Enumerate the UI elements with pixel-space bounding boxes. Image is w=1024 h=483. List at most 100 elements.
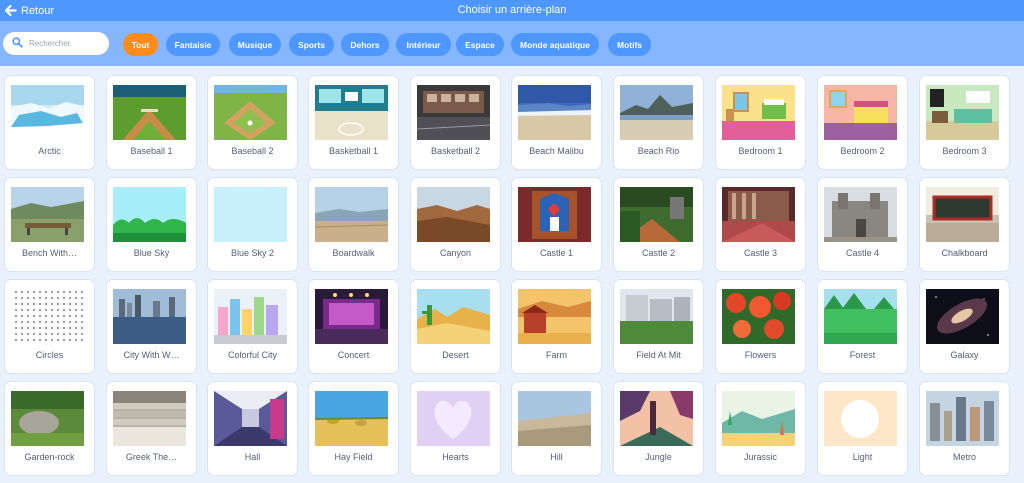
backdrop-card-chalkboard[interactable]: Chalkboard xyxy=(919,177,1010,272)
backdrop-name: Light xyxy=(852,452,873,462)
backdrop-name: Galaxy xyxy=(950,350,979,360)
backdrop-thumbnail xyxy=(315,85,388,140)
backdrop-thumbnail xyxy=(214,391,287,446)
tag-int-rieur[interactable]: Intérieur xyxy=(396,33,451,56)
backdrop-name: Colorful City xyxy=(227,350,277,360)
backdrop-card-canyon[interactable]: Canyon xyxy=(410,177,501,272)
backdrop-card-hearts[interactable]: Hearts xyxy=(410,381,501,476)
backdrop-thumbnail xyxy=(518,187,591,242)
tag-sports[interactable]: Sports xyxy=(289,33,334,56)
backdrop-thumbnail xyxy=(620,289,693,344)
backdrop-card-colorful-city[interactable]: Colorful City xyxy=(207,279,298,374)
backdrop-name: Canyon xyxy=(439,248,472,258)
backdrop-card-castle-2[interactable]: Castle 2 xyxy=(613,177,704,272)
backdrop-name: Blue Sky 2 xyxy=(230,248,275,258)
tag-dehors[interactable]: Dehors xyxy=(341,33,389,56)
backdrop-thumbnail xyxy=(11,187,84,242)
backdrop-card-basketball-1[interactable]: Basketball 1 xyxy=(308,75,399,170)
backdrop-thumbnail xyxy=(214,187,287,242)
backdrop-card-castle-4[interactable]: Castle 4 xyxy=(817,177,908,272)
tag-fantaisie[interactable]: Fantaisie xyxy=(166,33,220,56)
backdrop-card-jungle[interactable]: Jungle xyxy=(613,381,704,476)
backdrop-name: Desert xyxy=(442,350,469,360)
backdrop-name: Jurassic xyxy=(743,452,777,462)
backdrop-thumbnail xyxy=(518,289,591,344)
backdrop-thumbnail xyxy=(824,391,897,446)
backdrop-thumbnail xyxy=(113,391,186,446)
backdrop-name: Beach Malibu xyxy=(529,146,584,156)
search-input[interactable] xyxy=(29,39,101,48)
backdrop-name: Metro xyxy=(952,452,976,462)
backdrop-card-baseball-2[interactable]: Baseball 2 xyxy=(207,75,298,170)
backdrop-card-baseball-1[interactable]: Baseball 1 xyxy=(106,75,197,170)
backdrop-card-beach-rio[interactable]: Beach Rio xyxy=(613,75,704,170)
backdrop-name: Basketball 1 xyxy=(328,146,379,156)
backdrop-thumbnail xyxy=(926,85,999,140)
backdrop-thumbnail xyxy=(824,289,897,344)
backdrop-card-beach-malibu[interactable]: Beach Malibu xyxy=(511,75,602,170)
backdrop-name: Garden-rock xyxy=(24,452,75,462)
backdrop-name: Bedroom 1 xyxy=(738,146,783,156)
tag-monde-aquatique[interactable]: Monde aquatique xyxy=(511,33,599,56)
backdrop-thumbnail xyxy=(214,289,287,344)
backdrop-card-field-at-mit[interactable]: Field At Mit xyxy=(613,279,704,374)
tag-motifs[interactable]: Motifs xyxy=(608,33,651,56)
backdrop-card-bedroom-1[interactable]: Bedroom 1 xyxy=(715,75,806,170)
backdrop-card-bedroom-2[interactable]: Bedroom 2 xyxy=(817,75,908,170)
backdrop-card-concert[interactable]: Concert xyxy=(308,279,399,374)
backdrop-card-arctic[interactable]: Arctic xyxy=(4,75,95,170)
backdrop-card-metro[interactable]: Metro xyxy=(919,381,1010,476)
backdrop-name: Bedroom 2 xyxy=(840,146,885,156)
backdrop-card-circles[interactable]: Circles xyxy=(4,279,95,374)
back-button[interactable]: Retour xyxy=(4,2,54,19)
backdrop-card-farm[interactable]: Farm xyxy=(511,279,602,374)
backdrop-card-light[interactable]: Light xyxy=(817,381,908,476)
backdrop-name: Hay Field xyxy=(334,452,373,462)
backdrop-card-jurassic[interactable]: Jurassic xyxy=(715,381,806,476)
backdrop-name: Greek The… xyxy=(125,452,178,462)
tag-espace[interactable]: Espace xyxy=(456,33,504,56)
backdrop-name: City With W… xyxy=(123,350,180,360)
backdrop-thumbnail xyxy=(417,289,490,344)
backdrop-card-desert[interactable]: Desert xyxy=(410,279,501,374)
backdrop-card-boardwalk[interactable]: Boardwalk xyxy=(308,177,399,272)
backdrop-thumbnail xyxy=(926,391,999,446)
backdrop-card-castle-1[interactable]: Castle 1 xyxy=(511,177,602,272)
backdrop-name: Circles xyxy=(35,350,64,360)
backdrop-card-basketball-2[interactable]: Basketball 2 xyxy=(410,75,501,170)
backdrop-card-bedroom-3[interactable]: Bedroom 3 xyxy=(919,75,1010,170)
backdrop-card-forest[interactable]: Forest xyxy=(817,279,908,374)
backdrop-name: Baseball 2 xyxy=(231,146,274,156)
backdrop-card-galaxy[interactable]: Galaxy xyxy=(919,279,1010,374)
backdrop-thumbnail xyxy=(518,391,591,446)
backdrop-card-flowers[interactable]: Flowers xyxy=(715,279,806,374)
backdrop-thumbnail xyxy=(214,85,287,140)
backdrop-card-city-with-w[interactable]: City With W… xyxy=(106,279,197,374)
tag-musique[interactable]: Musique xyxy=(229,33,281,56)
backdrop-name: Jungle xyxy=(645,452,672,462)
backdrop-card-blue-sky-2[interactable]: Blue Sky 2 xyxy=(207,177,298,272)
backdrop-card-garden-rock[interactable]: Garden-rock xyxy=(4,381,95,476)
tag-tout[interactable]: Tout xyxy=(123,33,158,56)
backdrop-name: Hall xyxy=(244,452,261,462)
backdrop-card-blue-sky[interactable]: Blue Sky xyxy=(106,177,197,272)
backdrop-name: Farm xyxy=(546,350,567,360)
backdrop-thumbnail xyxy=(315,391,388,446)
page-title: Choisir un arrière-plan xyxy=(457,4,567,16)
backdrop-card-hall[interactable]: Hall xyxy=(207,381,298,476)
backdrop-name: Baseball 1 xyxy=(130,146,173,156)
backdrop-card-hay-field[interactable]: Hay Field xyxy=(308,381,399,476)
search-box[interactable] xyxy=(3,32,109,55)
backdrop-name: Forest xyxy=(849,350,876,360)
backdrop-card-hill[interactable]: Hill xyxy=(511,381,602,476)
search-icon xyxy=(12,35,23,53)
backdrop-card-castle-3[interactable]: Castle 3 xyxy=(715,177,806,272)
backdrop-card-bench-with[interactable]: Bench With… xyxy=(4,177,95,272)
backdrop-thumbnail xyxy=(926,289,999,344)
backdrop-name: Beach Rio xyxy=(637,146,680,156)
header-bar: Choisir un arrière-plan Retour xyxy=(0,0,1024,21)
backdrop-name: Castle 2 xyxy=(641,248,676,258)
backdrop-name: Castle 4 xyxy=(845,248,880,258)
backdrop-card-greek-the[interactable]: Greek The… xyxy=(106,381,197,476)
backdrop-name: Hill xyxy=(550,452,563,462)
